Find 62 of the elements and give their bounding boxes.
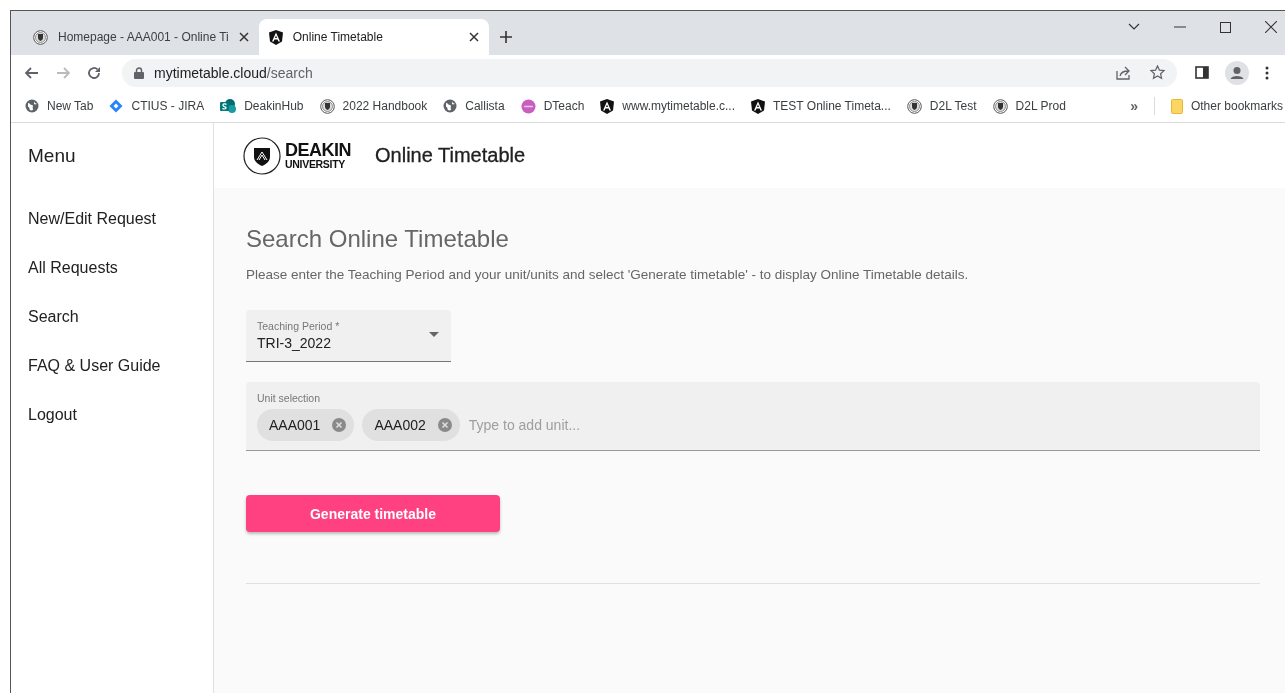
bookmark-item[interactable]: CTIUS - JIRA [109, 99, 205, 113]
unit-chip[interactable]: AAA001 [257, 409, 355, 441]
menu-title: Menu [28, 145, 77, 167]
angular-icon [268, 29, 283, 45]
diamond-icon [109, 99, 124, 113]
menu-item[interactable]: Logout [28, 405, 77, 454]
dropdown-caret-icon[interactable] [429, 332, 439, 337]
chevron-down-icon[interactable] [1128, 23, 1140, 31]
more-bookmarks-button[interactable]: » [1130, 98, 1138, 114]
close-icon[interactable] [238, 32, 249, 42]
angular-icon [751, 98, 766, 114]
crest-icon [33, 29, 48, 45]
unit-chip[interactable]: AAA002 [362, 409, 460, 441]
dteach-icon [520, 98, 536, 114]
page-heading: Search Online Timetable [246, 225, 510, 254]
bookmark-item[interactable]: TEST Online Timeta... [751, 98, 891, 114]
instructions-text: Please enter the Teaching Period and your unit/units and select 'Generate timetable' - to display Online Timetable details. [246, 267, 970, 282]
new-tab-icon[interactable] [498, 30, 513, 44]
menu-item[interactable]: Search [28, 307, 79, 356]
close-icon[interactable] [1265, 21, 1277, 33]
remove-icon[interactable] [437, 418, 452, 432]
bookmark-item[interactable]: D2L Prod [992, 98, 1066, 114]
menu-item[interactable]: All Requests [28, 258, 118, 307]
browser-tab[interactable]: Online Timetable [258, 19, 489, 55]
reload-icon[interactable] [87, 65, 101, 80]
bookmark-item[interactable]: Callista [443, 99, 505, 113]
bookmark-item[interactable]: 2022 Handbook [319, 98, 428, 114]
sharepoint-icon [220, 99, 237, 113]
lock-icon [134, 66, 144, 79]
browser-tab[interactable]: Homepage - AAA001 - Online Ti [23, 19, 259, 55]
bookmark-item[interactable]: New Tab [25, 99, 94, 113]
bookmark-item[interactable]: DeakinHub [220, 99, 304, 113]
back-icon[interactable] [25, 66, 39, 79]
logo-subtitle: UNIVERSITY [285, 159, 346, 170]
shield-logo-icon [243, 136, 281, 175]
maximize-icon[interactable] [1220, 21, 1231, 33]
field-label: Unit selection [257, 392, 322, 404]
crest-icon [906, 98, 922, 114]
address-bar[interactable]: mytimetable.cloud/search [122, 58, 1177, 87]
folder-icon [1170, 98, 1183, 114]
teaching-period-select[interactable]: Teaching Period * TRI-3_2022 [246, 310, 451, 362]
bookmark-item[interactable]: DTeach [520, 98, 585, 114]
app-title: Online Timetable [375, 144, 526, 167]
unit-input-field[interactable]: Type to add unit... [468, 417, 1249, 433]
side-panel-icon[interactable] [1195, 66, 1209, 79]
star-icon[interactable] [1150, 65, 1165, 80]
remove-icon[interactable] [332, 418, 347, 432]
bookmark-item[interactable]: www.mytimetable.c... [600, 98, 736, 114]
crest-icon [319, 98, 335, 114]
more-icon[interactable] [1265, 65, 1269, 80]
close-icon[interactable] [468, 32, 479, 42]
share-icon[interactable] [1116, 65, 1132, 80]
other-bookmarks-folder[interactable]: Other bookmarks [1170, 98, 1283, 114]
menu-item[interactable]: FAQ & User Guide [28, 356, 161, 405]
profile-icon[interactable] [1225, 60, 1249, 85]
globe-icon [25, 99, 39, 113]
globe-icon [443, 99, 458, 113]
bookmark-item[interactable]: D2L Test [906, 98, 977, 114]
logo-wordmark: DEAKIN [285, 141, 351, 160]
menu-item[interactable]: New/Edit Request [28, 209, 157, 258]
angular-icon [600, 98, 615, 114]
crest-icon [992, 98, 1008, 114]
